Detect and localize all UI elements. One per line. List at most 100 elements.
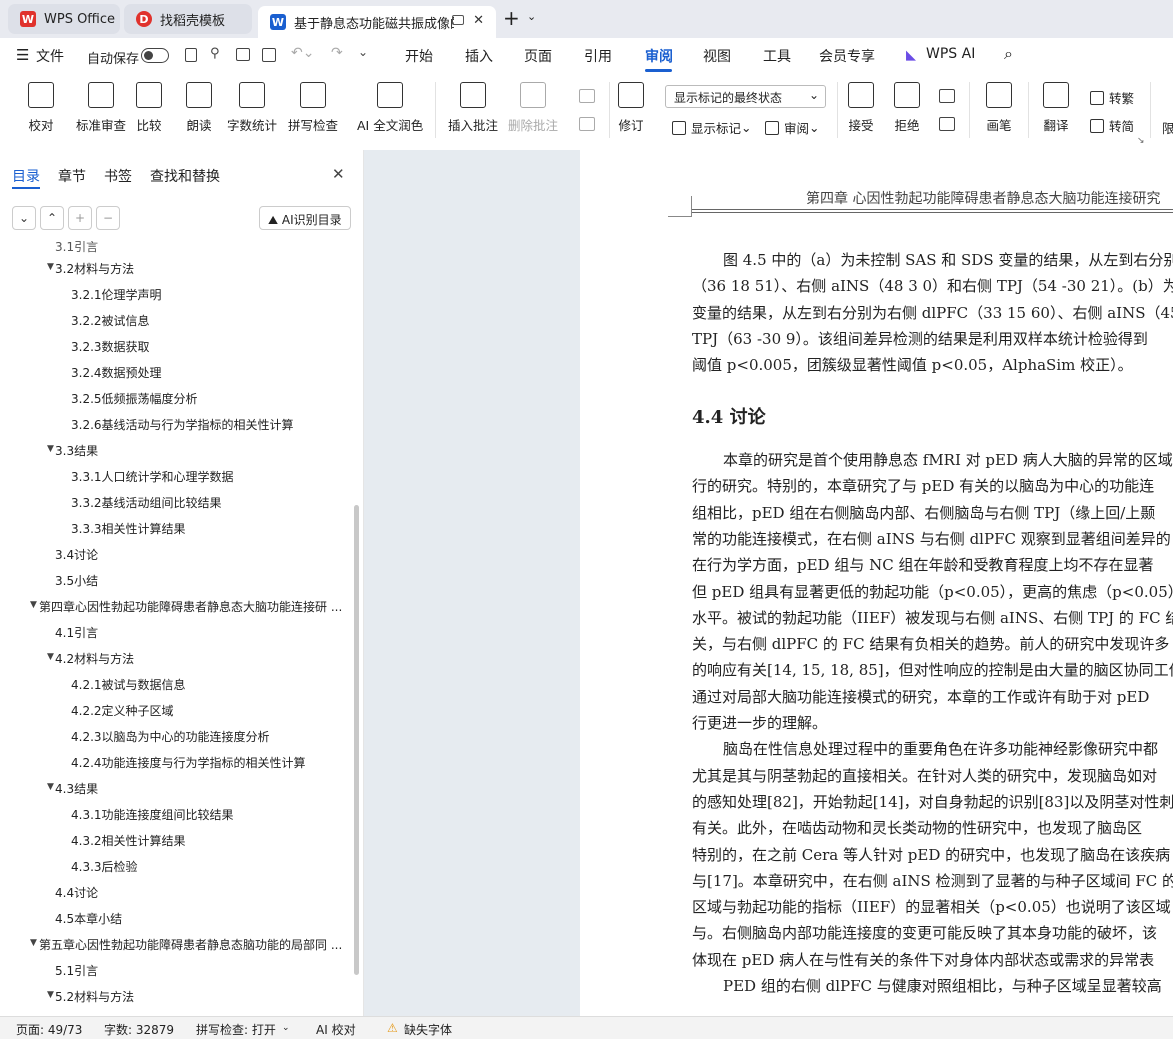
autosave-toggle[interactable] — [141, 48, 169, 63]
toc-item[interactable]: 4.5本章小结 — [55, 910, 122, 927]
tab-templates[interactable]: D 找稻壳模板 — [124, 4, 252, 34]
toc-expand-caret[interactable]: ▼ — [30, 938, 37, 948]
toc-item[interactable]: 4.2.3以脑岛为中心的功能连接度分析 — [71, 728, 270, 745]
collapse-all-button[interactable]: ⌄ — [12, 206, 36, 230]
proofread-button[interactable]: 校对 — [28, 82, 54, 134]
to-traditional-button[interactable]: 转繁 — [1090, 88, 1134, 107]
link-icon[interactable]: ⚲ — [210, 46, 220, 61]
expand-icon[interactable]: ↘ — [1137, 136, 1145, 146]
toc-item[interactable]: 4.3结果 — [55, 780, 98, 797]
compare-button[interactable]: 比较 — [136, 82, 162, 134]
next-comment-icon[interactable] — [579, 117, 595, 131]
review-pane-button[interactable]: 审阅 ⌄ — [765, 118, 820, 137]
spell-check-button[interactable]: 拼写检查 — [288, 82, 338, 134]
revise-button[interactable]: 修订 — [618, 82, 644, 134]
toc-item[interactable]: 4.2材料与方法 — [55, 650, 134, 667]
toc-expand-caret[interactable]: ▼ — [47, 262, 54, 272]
tab-document[interactable]: W 基于静息态功能磁共振成像的 ✕ — [258, 6, 496, 38]
menu-insert[interactable]: 插入 — [465, 46, 493, 66]
prev-comment-icon[interactable] — [579, 89, 595, 103]
menu-view[interactable]: 视图 — [703, 46, 731, 66]
standard-review-button[interactable]: 标准审查 — [76, 82, 126, 134]
toc-item[interactable]: 4.2.2定义种子区域 — [71, 702, 174, 719]
ai-toc-button[interactable]: ⛰ AI识别目录 — [259, 206, 351, 230]
redo-icon[interactable]: ↷ — [331, 45, 343, 61]
reject-button[interactable]: 拒绝 — [894, 82, 920, 134]
markup-state-select[interactable]: 显示标记的最终状态 ⌄ — [665, 85, 826, 108]
tab-wps-office[interactable]: W WPS Office — [8, 4, 120, 34]
menu-file[interactable]: 文件 — [36, 46, 64, 66]
insert-comment-button[interactable]: 插入批注 — [448, 82, 498, 134]
toc-expand-caret[interactable]: ▼ — [47, 652, 54, 662]
toc-item[interactable]: 3.2.3数据获取 — [71, 338, 150, 355]
menu-home[interactable]: 开始 — [405, 46, 433, 66]
close-tab-icon[interactable]: ✕ — [473, 13, 484, 28]
toc-item[interactable]: 3.5小结 — [55, 572, 98, 589]
toc-item[interactable]: 4.1引言 — [55, 624, 98, 641]
search-icon[interactable]: ⌕ — [1004, 44, 1013, 64]
tab-bookmarks[interactable]: 书签 — [104, 166, 132, 186]
toc-item[interactable]: 4.2.4功能连接度与行为学指标的相关性计算 — [71, 754, 306, 771]
word-count[interactable]: 字数: 32879 — [104, 1021, 174, 1038]
menu-page[interactable]: 页面 — [524, 46, 552, 66]
ai-polish-button[interactable]: AI 全文润色 — [357, 82, 423, 134]
accept-button[interactable]: 接受 — [848, 82, 874, 134]
read-aloud-button[interactable]: 朗读 — [186, 82, 212, 134]
more-chevron-icon[interactable]: ⌄ — [358, 45, 368, 59]
toc-item[interactable]: 4.3.3后检验 — [71, 858, 138, 875]
tab-chapters[interactable]: 章节 — [58, 166, 86, 186]
next-change-icon[interactable] — [939, 117, 955, 131]
toc-item[interactable]: 5.1引言 — [55, 962, 98, 979]
tab-toc[interactable]: 目录 — [12, 166, 40, 186]
undo-icon[interactable]: ↶⌄ — [291, 45, 314, 61]
toc-item[interactable]: 3.3.1人口统计学和心理学数据 — [71, 468, 234, 485]
brush-button[interactable]: 画笔 — [986, 82, 1012, 134]
spell-check-status[interactable]: 拼写检查: 打开 — [196, 1021, 276, 1038]
sidebar-scrollbar[interactable] — [354, 505, 359, 975]
close-icon[interactable]: ✕ — [332, 165, 345, 183]
limit-button[interactable]: 限 — [1162, 118, 1173, 137]
toc-item[interactable]: 3.2.4数据预处理 — [71, 364, 162, 381]
toc-item[interactable]: 5.2材料与方法 — [55, 988, 134, 1005]
to-simplified-button[interactable]: 转简 — [1090, 116, 1134, 135]
toc-item[interactable]: 第四章心因性勃起功能障碍患者静息态大脑功能连接研 ... — [39, 598, 347, 615]
toc-item-partial[interactable]: 3.1引言 — [55, 241, 98, 255]
toc-item[interactable]: 第五章心因性勃起功能障碍患者静息态脑功能的局部同 ... — [39, 936, 347, 953]
toc-expand-caret[interactable]: ▼ — [47, 444, 54, 454]
print-preview-icon[interactable] — [262, 48, 276, 62]
toc-expand-caret[interactable]: ▼ — [30, 600, 37, 610]
menu-tools[interactable]: 工具 — [763, 46, 791, 66]
toc-item[interactable]: 4.3.2相关性计算结果 — [71, 832, 186, 849]
word-count-button[interactable]: 字数统计 — [227, 82, 277, 134]
delete-comment-button[interactable]: 删除批注 — [508, 82, 558, 134]
print-icon[interactable] — [236, 48, 250, 61]
chevron-down-icon[interactable]: ⌄ — [527, 10, 536, 23]
toc-item[interactable]: 3.3.3相关性计算结果 — [71, 520, 186, 537]
window-icon[interactable] — [452, 15, 464, 25]
prev-change-icon[interactable] — [939, 89, 955, 103]
toc-item[interactable]: 4.2.1被试与数据信息 — [71, 676, 186, 693]
toc-item[interactable]: 3.4讨论 — [55, 546, 98, 563]
menu-wps-ai[interactable]: WPS AI — [926, 46, 975, 62]
toc-item[interactable]: 3.2.6基线活动与行为学指标的相关性计算 — [71, 416, 294, 433]
toc-item[interactable]: 3.2.5低频振荡幅度分析 — [71, 390, 198, 407]
toc-item[interactable]: 4.3.1功能连接度组间比较结果 — [71, 806, 234, 823]
toc-item[interactable]: 4.4讨论 — [55, 884, 98, 901]
chevron-down-icon[interactable]: ⌄ — [282, 1023, 290, 1033]
page-indicator[interactable]: 页面: 49/73 — [16, 1021, 82, 1038]
tab-find-replace[interactable]: 查找和替换 — [150, 166, 220, 186]
menu-member[interactable]: 会员专享 — [819, 46, 875, 66]
menu-references[interactable]: 引用 — [584, 46, 612, 66]
toc-item[interactable]: 3.2材料与方法 — [55, 260, 134, 277]
translate-button[interactable]: 翻译 — [1043, 82, 1069, 134]
save-icon[interactable] — [185, 48, 197, 62]
remove-heading-button[interactable]: − — [96, 206, 120, 230]
toc-item[interactable]: 3.3结果 — [55, 442, 98, 459]
expand-up-button[interactable]: ⌃ — [40, 206, 64, 230]
ai-proofread[interactable]: AI 校对 — [316, 1021, 356, 1038]
show-markup-button[interactable]: 显示标记 ⌄ — [672, 118, 752, 137]
menu-review[interactable]: 审阅 — [645, 46, 673, 66]
hamburger-icon[interactable]: ☰ — [16, 46, 29, 64]
new-tab-icon[interactable]: + — [503, 6, 520, 30]
toc-item[interactable]: 3.2.1伦理学声明 — [71, 286, 162, 303]
